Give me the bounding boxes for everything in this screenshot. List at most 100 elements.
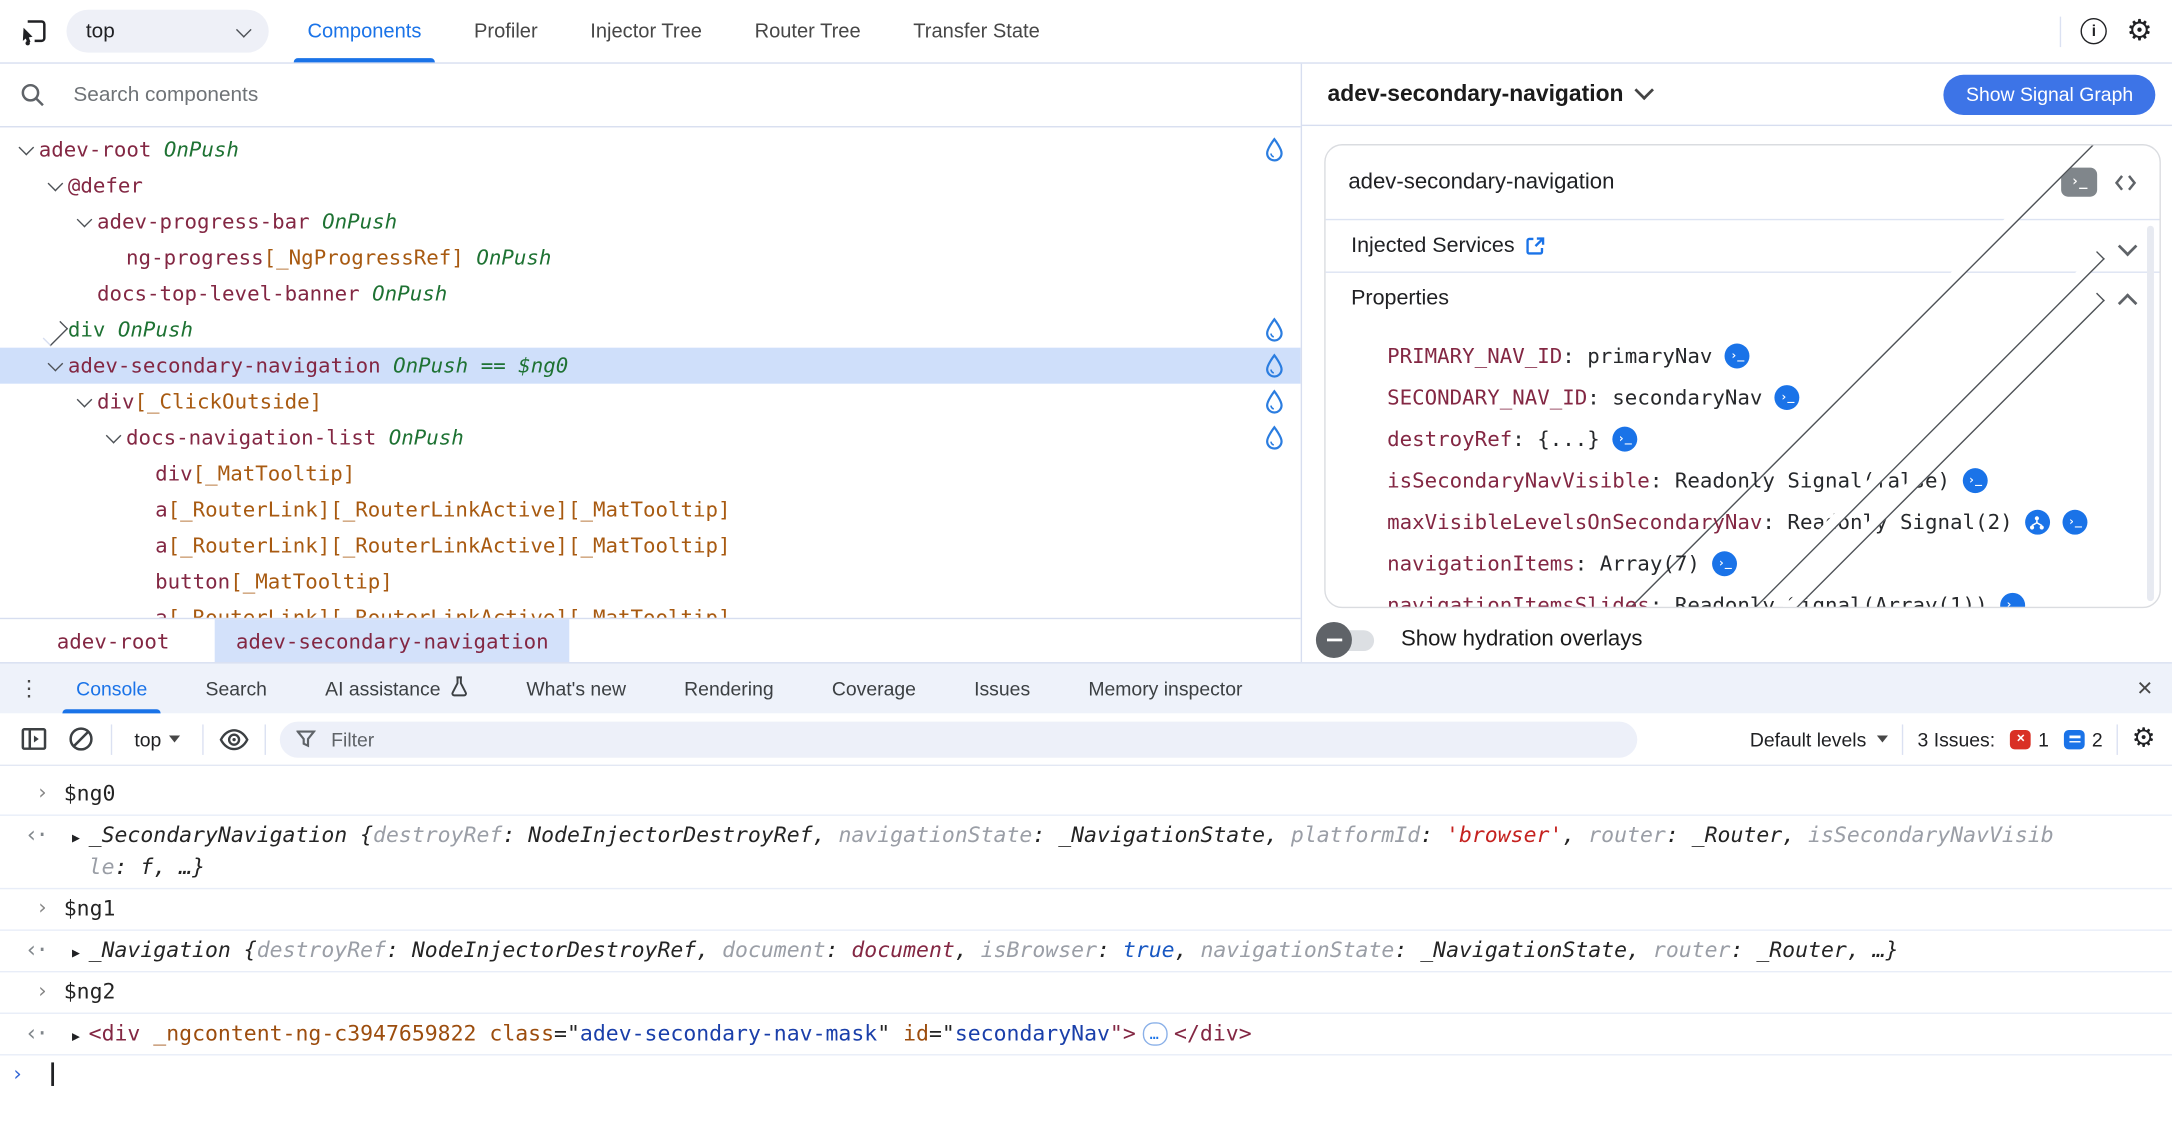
tree-row[interactable]: div[_MatTooltip] — [0, 456, 1301, 492]
search-input[interactable] — [71, 82, 631, 108]
tree-row[interactable]: adev-progress-bar OnPush — [0, 204, 1301, 240]
expand-arrow-down-icon[interactable] — [101, 432, 126, 443]
tree-row[interactable]: a[_RouterLink][_RouterLinkActive][_MatTo… — [0, 492, 1301, 528]
tree-row[interactable]: docs-navigation-list OnPush — [0, 420, 1301, 456]
signal-graph-icon[interactable] — [2025, 510, 2050, 535]
property-row[interactable]: SECONDARY_NAV_ID: secondaryNav›_ — [1326, 377, 2159, 419]
injected-services-section[interactable]: Injected Services — [1326, 220, 2159, 273]
drawer-tab-ai-assistance[interactable]: AI assistance — [325, 663, 468, 713]
tree-node-label: a[_RouterLink][_RouterLinkActive][_MatTo… — [155, 497, 730, 522]
filter-input[interactable] — [328, 727, 1621, 752]
tree-node-label: a[_RouterLink][_RouterLinkActive][_MatTo… — [155, 605, 730, 617]
tree-row[interactable]: div OnPush — [0, 312, 1301, 348]
settings-gear-icon[interactable]: ⚙ — [2126, 17, 2152, 46]
expand-arrow-down-icon[interactable] — [14, 144, 39, 155]
property-row[interactable]: destroyRef: {...}›_ — [1326, 419, 2159, 461]
console-log: › $ng0 ‹·▶_SecondaryNavigation {destroyRef… — [0, 766, 2172, 1125]
tab-router-tree[interactable]: Router Tree — [749, 0, 866, 62]
tree-row[interactable]: @defer — [0, 168, 1301, 204]
inspector-card-title: adev-secondary-navigation — [1348, 170, 1614, 195]
property-name: PRIMARY_NAV_ID — [1387, 344, 1562, 369]
property-row[interactable]: maxVisibleLevelsOnSecondaryNav: Readonly… — [1326, 502, 2159, 544]
expand-arrow-down-icon[interactable] — [43, 360, 68, 371]
drawer-tabs: Console Search AI assistance What's new Rend… — [47, 663, 1271, 713]
tab-profiler[interactable]: Profiler — [468, 0, 543, 62]
tree-row[interactable]: adev-secondary-navigation OnPush == $ng0 — [0, 348, 1301, 384]
expand-triangle-icon[interactable]: ▶ — [72, 823, 80, 855]
show-signal-graph-button[interactable]: Show Signal Graph — [1944, 74, 2155, 114]
console-sidebar-icon[interactable] — [17, 722, 50, 755]
console-settings-gear-icon[interactable]: ⚙ — [2132, 726, 2156, 752]
property-row[interactable]: isSecondaryNavVisible: Readonly Signal(f… — [1326, 460, 2159, 502]
divider — [265, 724, 266, 754]
scrollbar[interactable] — [2147, 226, 2154, 601]
tree-row[interactable]: button[_MatTooltip] — [0, 564, 1301, 600]
tab-transfer-state[interactable]: Transfer State — [908, 0, 1046, 62]
caret-down-icon — [1877, 736, 1888, 743]
expand-triangle-icon[interactable]: ▶ — [72, 938, 80, 970]
caret-down-icon — [170, 736, 181, 743]
drawer-tab-memory-inspector[interactable]: Memory inspector — [1088, 663, 1242, 713]
tree-row[interactable]: div[_ClickOutside] — [0, 384, 1301, 420]
breadcrumb-item[interactable]: adev-secondary-navigation — [215, 619, 569, 662]
inspect-element-icon[interactable] — [17, 15, 50, 48]
clear-console-icon[interactable] — [64, 722, 97, 755]
drawer-tab-what-s-new[interactable]: What's new — [526, 663, 626, 713]
info-icon[interactable]: i — [2081, 18, 2107, 44]
property-row[interactable]: navigationItems: Array(7)›_ — [1326, 543, 2159, 585]
tree-row[interactable]: docs-top-level-banner OnPush — [0, 276, 1301, 312]
property-value[interactable]: primaryNav — [1587, 344, 1712, 369]
console-context-dropdown[interactable]: top — [126, 728, 189, 750]
property-row[interactable]: navigationItemsSlides: Readonly Signal(A… — [1326, 585, 2159, 608]
close-drawer-icon[interactable]: × — [2137, 675, 2152, 701]
log-to-console-icon[interactable]: ›_ — [2062, 510, 2087, 535]
log-to-console-icon[interactable]: ›_ — [1725, 344, 1750, 369]
chevron-down-icon — [236, 21, 252, 37]
returned-value-icon: ‹· — [25, 1017, 46, 1049]
console-command-row: ›$ng1 — [0, 889, 2172, 931]
expand-arrow-down-icon[interactable] — [43, 180, 68, 191]
breadcrumb-item[interactable]: adev-root — [36, 619, 190, 662]
drawer-tab-strip: ⋮ Console Search AI assistance What's new Re… — [0, 663, 2172, 713]
tree-row[interactable]: ng-progress[_NgProgressRef] OnPush — [0, 240, 1301, 276]
expand-inline-icon[interactable]: … — [1143, 1022, 1167, 1046]
component-tree: adev-root OnPush@deferadev-progress-bar … — [0, 127, 1301, 617]
tree-row[interactable]: a[_RouterLink][_RouterLinkActive][_MatTo… — [0, 528, 1301, 564]
console-prompt[interactable]: › — [0, 1055, 2172, 1095]
tree-node-label: a[_RouterLink][_RouterLinkActive][_MatTo… — [155, 533, 730, 558]
command-text: $ng0 — [64, 781, 116, 806]
console-result-row: ‹·▶_SecondaryNavigation {destroyRef: Nod… — [0, 816, 2172, 889]
drawer-tab-coverage[interactable]: Coverage — [832, 663, 916, 713]
selected-component-title[interactable]: adev-secondary-navigation — [1328, 81, 1652, 107]
expand-arrow-right-icon[interactable] — [1357, 596, 2161, 607]
expand-arrow-right-icon[interactable] — [1357, 554, 2161, 565]
hydration-overlay-row: Show hydration overlays — [1303, 619, 2172, 662]
external-link-icon[interactable] — [1526, 236, 1547, 257]
drawer-tab-rendering[interactable]: Rendering — [684, 663, 773, 713]
log-levels-dropdown[interactable]: Default levels — [1750, 728, 1889, 750]
hydration-overlay-toggle[interactable] — [1316, 622, 1374, 659]
kebab-menu-icon[interactable]: ⋮ — [11, 675, 47, 703]
drawer-tab-issues[interactable]: Issues — [974, 663, 1030, 713]
tree-row[interactable]: adev-root OnPush — [0, 132, 1301, 168]
expand-arrow-down-icon[interactable] — [72, 396, 97, 407]
live-expression-eye-icon[interactable] — [218, 722, 251, 755]
property-value[interactable]: secondaryNav — [1612, 385, 1762, 410]
issues-counter[interactable]: 3 Issues: × 1 2 — [1918, 728, 2103, 750]
drawer-tab-console[interactable]: Console — [76, 663, 147, 713]
tab-injector-tree[interactable]: Injector Tree — [585, 0, 708, 62]
tab-components[interactable]: Components — [302, 0, 427, 62]
frame-context-dropdown[interactable]: top — [66, 10, 268, 53]
expand-arrow-right-icon[interactable] — [1357, 430, 2161, 441]
hydration-droplet-icon — [1265, 389, 1284, 414]
drawer-tab-search[interactable]: Search — [206, 663, 267, 713]
log-to-console-icon[interactable]: ›_ — [1775, 385, 1800, 410]
expand-triangle-icon[interactable]: ▶ — [72, 1021, 80, 1053]
expand-arrow-right-icon[interactable] — [43, 324, 68, 335]
log-to-console-icon[interactable]: ›_ — [1963, 468, 1988, 493]
view-source-icon[interactable] — [2114, 171, 2138, 193]
expand-arrow-down-icon[interactable] — [72, 216, 97, 227]
tree-row[interactable]: a[_RouterLink][_RouterLinkActive][_MatTo… — [0, 600, 1301, 618]
hydration-droplet-icon — [1265, 137, 1284, 162]
object-preview: <div _ngcontent-ng-c3947659822 class="ad… — [89, 1021, 1252, 1046]
